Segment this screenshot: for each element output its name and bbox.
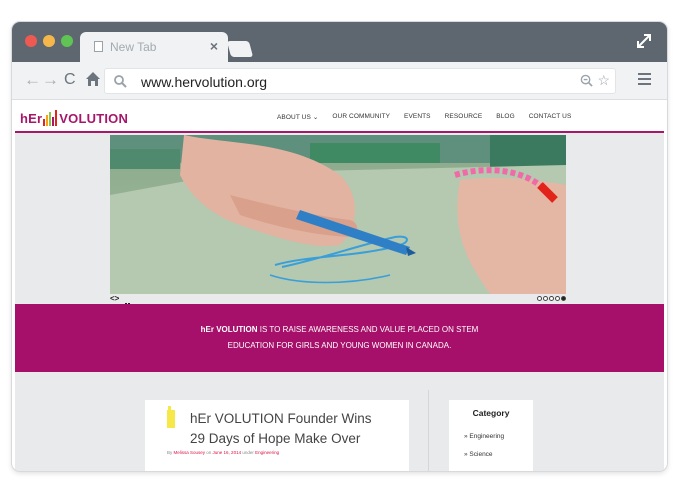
category-title: Category [472, 408, 510, 418]
zoom-icon[interactable] [580, 74, 593, 87]
post-category-link[interactable]: Engineering [255, 450, 279, 455]
close-window-button[interactable] [25, 35, 37, 47]
post-flag-icon [167, 406, 175, 428]
page-icon [94, 41, 103, 52]
home-icon[interactable] [85, 71, 101, 87]
nav-contact-us[interactable]: CONTACT US [529, 113, 572, 121]
nav-about-us[interactable]: ABOUT US ⌄ [277, 113, 318, 121]
browser-toolbar: ← → C www.hervolution.org ☆ [12, 62, 667, 100]
category-item-science[interactable]: » Science [464, 451, 493, 458]
post-meta: By Melissa Sousey on June 16, 2014 under… [167, 450, 280, 455]
slider-controls: <> [110, 294, 566, 309]
browser-window: New Tab × ← → C www.hervolution.org ☆ hE… [12, 22, 667, 471]
category-widget: Category » Engineering » Science [449, 400, 533, 471]
nav-events[interactable]: EVENTS [404, 113, 431, 121]
new-tab-button[interactable] [226, 41, 254, 57]
mission-line-2: EDUCATION FOR GIRLS AND YOUNG WOMEN IN C… [227, 341, 452, 350]
forward-icon[interactable]: → [42, 70, 59, 90]
pause-icon[interactable] [125, 296, 131, 309]
minimize-window-button[interactable] [43, 35, 55, 47]
fullscreen-icon[interactable] [635, 32, 653, 50]
site-header: hEr VOLUTION ABOUT US ⌄ OUR COMMUNITY EV… [15, 100, 664, 133]
blog-post-card: hEr VOLUTION Founder Wins 29 Days of Hop… [145, 400, 409, 471]
browser-tab[interactable]: New Tab × [80, 32, 228, 62]
hero-slider-image[interactable] [110, 135, 566, 294]
slider-dot[interactable] [555, 296, 560, 301]
menu-icon[interactable] [638, 73, 651, 85]
site-logo[interactable]: hEr VOLUTION [20, 108, 128, 126]
tab-close-icon[interactable]: × [210, 38, 218, 54]
slider-dot-active[interactable] [561, 296, 566, 301]
logo-bars [43, 110, 58, 126]
nav-our-community[interactable]: OUR COMMUNITY [332, 113, 390, 121]
bookmark-star-icon[interactable]: ☆ [597, 72, 610, 89]
maximize-window-button[interactable] [61, 35, 73, 47]
post-title[interactable]: hEr VOLUTION Founder Wins 29 Days of Hop… [190, 409, 390, 449]
reload-icon[interactable]: C [64, 70, 76, 90]
slider-pagination [537, 296, 566, 301]
slider-dot[interactable] [537, 296, 542, 301]
mission-brand: hEr VOLUTION [200, 325, 258, 334]
post-author-link[interactable]: Melissa Sousey [174, 450, 206, 455]
post-date-link[interactable]: June 16, 2014 [213, 450, 242, 455]
mission-line-1: hEr VOLUTION IS TO RAISE AWARENESS AND V… [200, 325, 479, 334]
nav-blog[interactable]: BLOG [496, 113, 514, 121]
title-bar: New Tab × [12, 22, 667, 62]
search-icon [114, 75, 127, 88]
address-bar[interactable]: www.hervolution.org ☆ [104, 68, 616, 94]
category-item-engineering[interactable]: » Engineering [464, 433, 504, 440]
nav-resource[interactable]: RESOURCE [445, 113, 483, 121]
tab-title: New Tab [110, 40, 157, 54]
slider-dot[interactable] [543, 296, 548, 301]
slider-dot[interactable] [549, 296, 554, 301]
mission-banner: hEr VOLUTION IS TO RAISE AWARENESS AND V… [15, 304, 664, 372]
slider-prev-next-arrows[interactable]: <> [110, 294, 119, 303]
child-drawing-photo [110, 135, 566, 294]
site-nav: ABOUT US ⌄ OUR COMMUNITY EVENTS RESOURCE… [277, 113, 585, 121]
url-text[interactable]: www.hervolution.org [141, 74, 267, 90]
sidebar-divider [428, 390, 429, 471]
web-page: hEr VOLUTION ABOUT US ⌄ OUR COMMUNITY EV… [15, 100, 664, 471]
back-icon[interactable]: ← [24, 70, 41, 90]
